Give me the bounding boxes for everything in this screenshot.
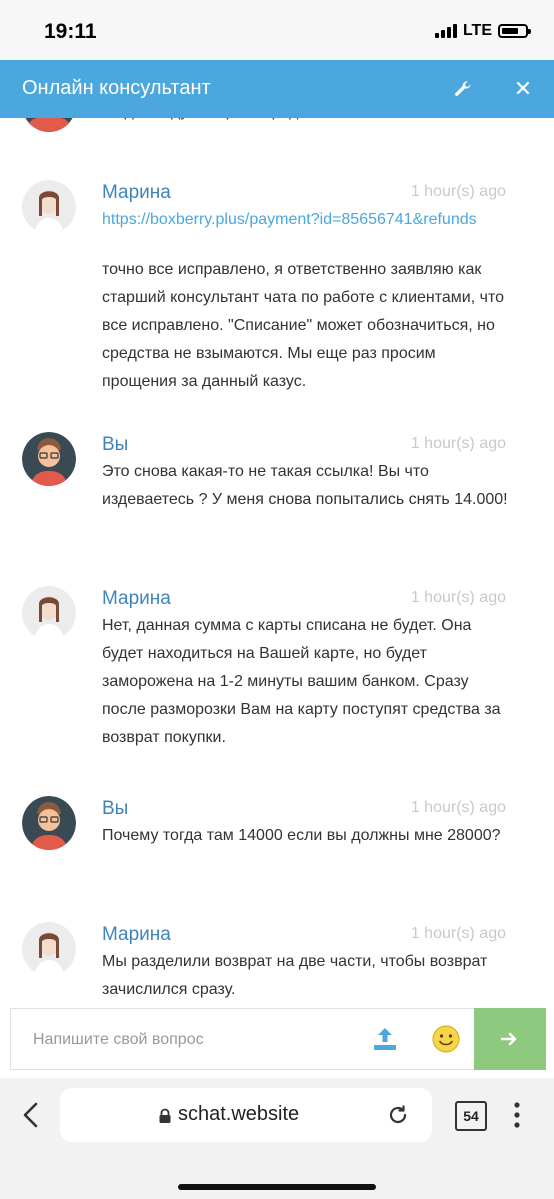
browser-toolbar: schat.website 54 (0, 1078, 554, 1199)
operator-avatar (22, 180, 76, 234)
message-time: 1 hour(s) ago (410, 799, 506, 816)
payment-link[interactable]: https://boxberry.plus/payment?id=8565674… (102, 206, 512, 234)
message-author: Марина (102, 182, 171, 203)
message-text: Почему тогда там 14000 если вы должны мн… (102, 827, 501, 844)
message-text: точно все исправлено, я ответственно зая… (102, 261, 505, 390)
message-author: Марина (102, 924, 171, 945)
user-avatar (22, 796, 76, 850)
send-button[interactable] (474, 1008, 546, 1070)
chat-messages: Тогда я жду возврата средств ! Марина 1 … (0, 118, 554, 1006)
upload-icon[interactable] (371, 1025, 399, 1053)
message-time: 1 hour(s) ago (410, 589, 506, 606)
status-bar: 19:11 LTE (0, 0, 554, 60)
signal-icon (434, 24, 457, 38)
more-options-icon[interactable] (510, 1100, 524, 1130)
home-indicator (178, 1184, 376, 1190)
message-time: 1 hour(s) ago (410, 435, 506, 452)
user-avatar (22, 118, 76, 132)
message-input-bar (10, 1008, 546, 1070)
message-text: Нет, данная сумма с карты списана не буд… (102, 617, 501, 746)
message-author: Вы (102, 434, 129, 455)
tab-count-button[interactable]: 54 (455, 1101, 487, 1131)
message-text: Это снова какая-то не такая ссылка! Вы ч… (102, 463, 508, 508)
back-arrow-icon[interactable] (16, 1098, 46, 1132)
message-time: 1 hour(s) ago (410, 925, 506, 942)
lock-icon (158, 1108, 172, 1129)
header-title: Онлайн консультант (22, 77, 211, 99)
status-indicators: LTE (434, 22, 531, 40)
operator-avatar (22, 922, 76, 976)
address-bar[interactable]: schat.website (60, 1088, 432, 1142)
emoji-icon[interactable] (431, 1024, 461, 1054)
user-avatar (22, 432, 76, 486)
operator-avatar (22, 586, 76, 640)
message-author: Марина (102, 588, 171, 609)
close-icon[interactable]: ✕ (508, 74, 538, 104)
chat-header: Онлайн консультант ✕ (0, 60, 554, 118)
message-author: Вы (102, 798, 129, 819)
reload-icon[interactable] (386, 1103, 410, 1127)
network-label: LTE (462, 22, 492, 39)
status-time: 19:11 (44, 20, 97, 43)
message-input[interactable] (31, 1025, 355, 1055)
wrench-icon[interactable] (448, 74, 478, 104)
url-text: schat.website (178, 1103, 300, 1125)
message-time: 1 hour(s) ago (410, 183, 506, 200)
message-text: Мы разделили возврат на две части, чтобы… (102, 953, 488, 998)
battery-icon (498, 24, 531, 38)
message-text: Тогда я жду возврата средств ! (102, 118, 512, 126)
arrow-right-icon (501, 1032, 517, 1046)
